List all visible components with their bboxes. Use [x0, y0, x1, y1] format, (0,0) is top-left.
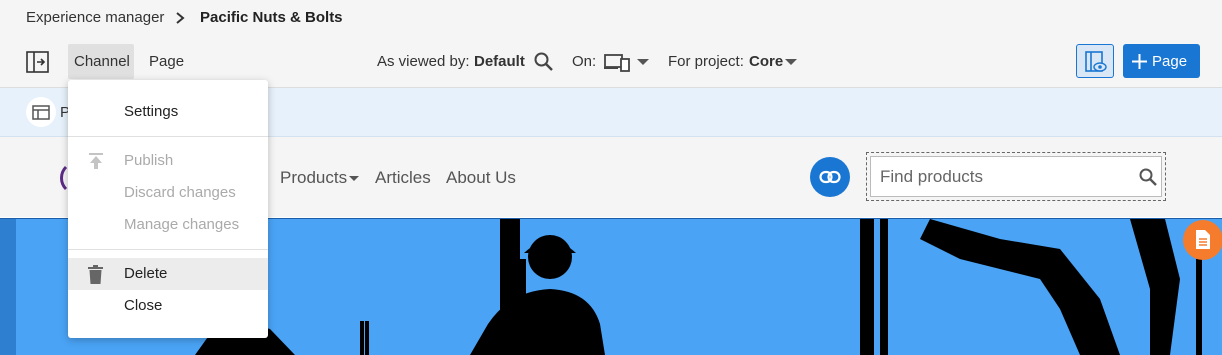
viewed-by-value[interactable]: Default: [474, 53, 525, 70]
menu-item-manage-label: Manage changes: [124, 216, 240, 233]
menu-item-close-label: Close: [124, 297, 163, 314]
link-icon: [819, 170, 841, 184]
search-component-frame: Find products: [866, 152, 1166, 201]
menu-item-delete[interactable]: Delete: [68, 258, 268, 290]
menu-item-settings[interactable]: Settings: [68, 96, 268, 128]
product-search-input[interactable]: Find products: [870, 156, 1162, 197]
tab-channel-label: Channel: [74, 53, 130, 70]
menu-item-delete-label: Delete: [124, 265, 168, 282]
search-icon[interactable]: [534, 52, 553, 71]
chevron-right-icon: [176, 12, 185, 24]
viewed-by-label: As viewed by:: [377, 53, 470, 70]
channel-menu: Settings Publish Discard changes Manage …: [68, 80, 268, 338]
sidebar-toggle-icon[interactable]: [26, 51, 49, 73]
nav-articles[interactable]: Articles: [375, 168, 431, 188]
menu-divider: [68, 249, 268, 250]
project-value[interactable]: Core: [749, 53, 783, 70]
publish-icon: [89, 153, 103, 169]
project-label: For project:: [668, 53, 744, 70]
trash-icon: [88, 265, 103, 284]
project-dropdown-icon[interactable]: [785, 59, 797, 66]
menu-item-manage-changes[interactable]: Manage changes: [68, 209, 268, 241]
plus-icon: [1132, 54, 1147, 69]
menu-item-publish-label: Publish: [124, 152, 174, 169]
breadcrumb-current: Pacific Nuts & Bolts: [200, 9, 343, 26]
add-page-button[interactable]: Page: [1123, 44, 1200, 78]
search-placeholder: Find products: [880, 167, 983, 186]
menu-item-settings-label: Settings: [124, 103, 179, 120]
add-page-label: Page: [1152, 53, 1188, 70]
search-icon[interactable]: [1139, 168, 1157, 186]
breadcrumb: Experience manager Pacific Nuts & Bolts: [0, 0, 1222, 36]
nav-about-us[interactable]: About Us: [446, 168, 516, 188]
menu-item-discard-label: Discard changes: [124, 184, 236, 201]
preview-toggle-button[interactable]: [1076, 44, 1114, 78]
page-document-badge[interactable]: [1183, 220, 1222, 260]
menu-item-close[interactable]: Close: [68, 290, 268, 322]
menu-item-publish[interactable]: Publish: [68, 145, 268, 177]
layout-icon: [32, 105, 50, 120]
tab-channel[interactable]: Channel: [68, 44, 134, 79]
on-label: On:: [572, 53, 597, 70]
nav-products[interactable]: Products: [280, 168, 347, 188]
device-dropdown-icon[interactable]: [637, 59, 649, 66]
tab-page[interactable]: Page: [149, 53, 184, 70]
products-dropdown-icon[interactable]: [349, 176, 359, 182]
breadcrumb-root[interactable]: Experience manager: [26, 9, 164, 26]
menu-divider: [68, 136, 268, 137]
link-button[interactable]: [810, 157, 850, 197]
menu-item-discard-changes[interactable]: Discard changes: [68, 177, 268, 209]
devices-icon[interactable]: [604, 53, 630, 72]
preview-eye-icon: [1085, 51, 1107, 72]
document-icon: [1196, 230, 1210, 249]
page-info-chip[interactable]: [26, 97, 56, 127]
